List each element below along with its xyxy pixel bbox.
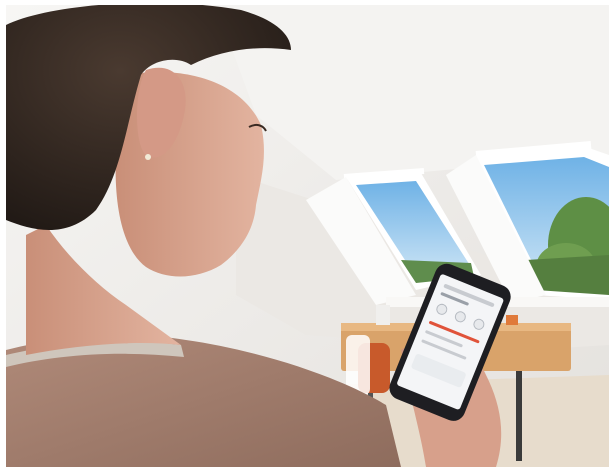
earring: [145, 154, 151, 160]
photo: [6, 5, 609, 467]
photo-scene: [6, 5, 609, 467]
